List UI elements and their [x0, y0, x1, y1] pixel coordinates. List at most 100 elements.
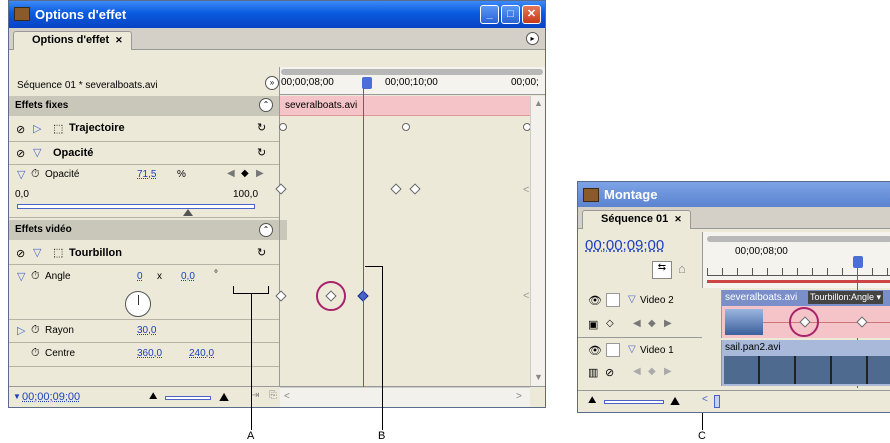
center-x-value[interactable]: 360,0 [137, 348, 162, 359]
stopwatch-icon[interactable]: ⏱ [31, 168, 40, 181]
effect-controls-titlebar[interactable]: Options d'effet _ □ ✕ [9, 1, 545, 28]
callout-b-hline [365, 266, 382, 267]
ruler-timecode-2: 00;00;10;00 [385, 77, 438, 88]
collapse-video-effects-icon[interactable]: ⌃ [259, 223, 273, 237]
vertical-scrollbar[interactable]: ▲ ▼ [530, 96, 545, 386]
divider [9, 217, 279, 218]
radius-value[interactable]: 30,0 [137, 325, 156, 336]
angle-degrees-value[interactable]: 0,0 [181, 271, 195, 282]
scroll-down-icon[interactable]: ▼ [534, 372, 543, 382]
eye-icon[interactable]: 👁 [588, 294, 602, 307]
reset-twirl-icon[interactable]: ↻ [257, 246, 266, 259]
horizontal-scrollbar[interactable]: < > [280, 387, 530, 407]
lock-toggle[interactable] [606, 343, 620, 357]
timeline-titlebar[interactable]: Montage [578, 182, 890, 207]
fx-toggle-icon[interactable]: ⊘ [16, 147, 25, 160]
expand-radius-icon[interactable]: ▷ [17, 324, 25, 337]
tab-effect-controls[interactable]: Options d'effet ✕ [13, 31, 132, 50]
zoom-slider[interactable] [604, 400, 664, 404]
work-area-bar[interactable] [707, 280, 890, 283]
panel-menu-icon[interactable]: ▸ [526, 32, 539, 45]
scroll-left-icon[interactable]: < [284, 391, 290, 402]
current-timecode[interactable]: 00;00;09;00 [22, 391, 80, 403]
snap-button[interactable]: ⇆ [652, 261, 672, 279]
add-keyframe-icon[interactable]: ◆ [241, 168, 249, 179]
track-video-1-header: 👁 ▽ Video 1 ▥ ⊘ ◀ ◆ ▶ [578, 340, 702, 386]
motion-keyframe-icon[interactable] [279, 123, 287, 131]
fx-toggle-icon[interactable]: ⊘ [16, 123, 25, 136]
opacity-value[interactable]: 71,5 [137, 169, 156, 180]
twirl-row[interactable]: ⊘ ▽ ⬚ Tourbillon ↻ [9, 242, 279, 264]
minimize-button[interactable]: _ [480, 5, 499, 24]
next-keyframe-icon[interactable]: ▶ [664, 318, 672, 329]
marker-icon[interactable]: ⌂ [678, 261, 686, 276]
expand-angle-icon[interactable]: ▽ [17, 270, 25, 283]
zoom-out-icon[interactable]: ⛰ [588, 395, 596, 406]
opacity-keyframe-icon[interactable] [390, 183, 402, 195]
clip-sail-pan[interactable]: sail.pan2.avi [721, 340, 890, 386]
zoom-in-icon[interactable]: ⛰ [219, 390, 229, 405]
expand-motion-icon[interactable]: ▷ [33, 122, 41, 135]
scroll-left-icon[interactable]: < [702, 394, 708, 405]
stopwatch-icon[interactable]: ⏱ [31, 324, 40, 337]
stopwatch-icon[interactable]: ⏱ [31, 347, 40, 360]
center-y-value[interactable]: 240,0 [189, 348, 214, 359]
next-keyframe-icon[interactable]: ▶ [256, 168, 264, 179]
slider-thumb-icon[interactable] [183, 209, 194, 216]
timeline-ruler[interactable]: 00;00;08;00 [702, 232, 890, 288]
zoom-slider[interactable] [165, 396, 211, 400]
tab-sequence[interactable]: Séquence 01 ✕ [582, 210, 691, 229]
motion-row[interactable]: ⊘ ▷ ⬚ Trajectoire ↻ [9, 117, 279, 141]
angle-dial[interactable] [125, 291, 151, 317]
clip-bar[interactable]: severalboats.avi [280, 96, 530, 116]
angle-turns-value[interactable]: 0 [137, 271, 143, 282]
timeline-timecode[interactable]: 00;00;09;00 [585, 237, 664, 254]
prev-keyframe-icon[interactable]: ◀ [227, 168, 235, 179]
timeline-ruler[interactable]: 00;00;08;00 00;00;10;00 00;00; [279, 67, 545, 95]
loop-icon[interactable]: ⇥ [251, 390, 259, 401]
clip2-effect-menu[interactable]: Tourbillon:Angle ▾ [808, 291, 884, 304]
collapse-track-icon[interactable]: ▽ [628, 294, 636, 305]
opacity-slider[interactable] [17, 204, 255, 216]
collapse-opacity-icon[interactable]: ▽ [33, 146, 41, 159]
motion-keyframe-icon[interactable] [402, 123, 410, 131]
maximize-button[interactable]: □ [501, 5, 520, 24]
collapse-track-icon[interactable]: ▽ [628, 344, 636, 355]
opacity-keyframe-icon[interactable] [409, 183, 421, 195]
prev-keyframe-icon[interactable]: ◀ [633, 366, 641, 377]
scroll-up-icon[interactable]: ▲ [534, 98, 543, 108]
tab-close-icon[interactable]: ✕ [674, 214, 682, 224]
lock-toggle[interactable] [606, 293, 620, 307]
next-keyframe-icon[interactable]: ▶ [664, 366, 672, 377]
reset-motion-icon[interactable]: ↻ [257, 121, 266, 134]
add-keyframe-icon[interactable]: ◆ [648, 318, 656, 329]
prev-keyframe-icon[interactable]: ◀ [633, 318, 641, 329]
collapse-fixed-icon[interactable]: ⌃ [259, 98, 273, 112]
tab-close-icon[interactable]: ✕ [115, 35, 123, 45]
playhead-handle-icon[interactable] [853, 256, 863, 268]
ruler-scroll-bar[interactable] [281, 69, 543, 75]
close-button[interactable]: ✕ [522, 5, 541, 24]
opacity-row[interactable]: ⊘ ▽ Opacité ↻ [9, 142, 279, 164]
add-keyframe-icon[interactable]: ◆ [648, 366, 656, 377]
ruler-scroll-bar[interactable] [707, 236, 890, 242]
reset-opacity-icon[interactable]: ↻ [257, 146, 266, 159]
show-keyframes-icon[interactable]: ◇ [606, 318, 614, 329]
display-style-icon[interactable]: ▣ [588, 318, 598, 331]
angle-label: Angle [45, 271, 71, 282]
expand-opacity-param-icon[interactable]: ▽ [17, 168, 25, 181]
horizontal-scroll-thumb[interactable] [714, 395, 720, 408]
eye-icon[interactable]: 👁 [588, 344, 602, 357]
export-icon[interactable]: ⎘ [269, 390, 277, 401]
collapse-twirl-icon[interactable]: ▽ [33, 246, 41, 259]
scroll-right-icon[interactable]: > [516, 391, 522, 402]
display-style-icon[interactable]: ▥ [588, 366, 598, 379]
fx-toggle-icon[interactable]: ⊘ [16, 247, 25, 260]
timeline-title: Montage [604, 187, 658, 202]
hide-keyframes-icon[interactable]: ⊘ [605, 366, 614, 379]
clip-keyframe-icon[interactable] [856, 316, 868, 328]
show-hide-timeline-button[interactable]: » [265, 76, 279, 90]
zoom-out-icon[interactable]: ⛰ [149, 391, 157, 402]
zoom-in-icon[interactable]: ⛰ [670, 394, 680, 409]
stopwatch-icon[interactable]: ⏱ [31, 270, 40, 283]
